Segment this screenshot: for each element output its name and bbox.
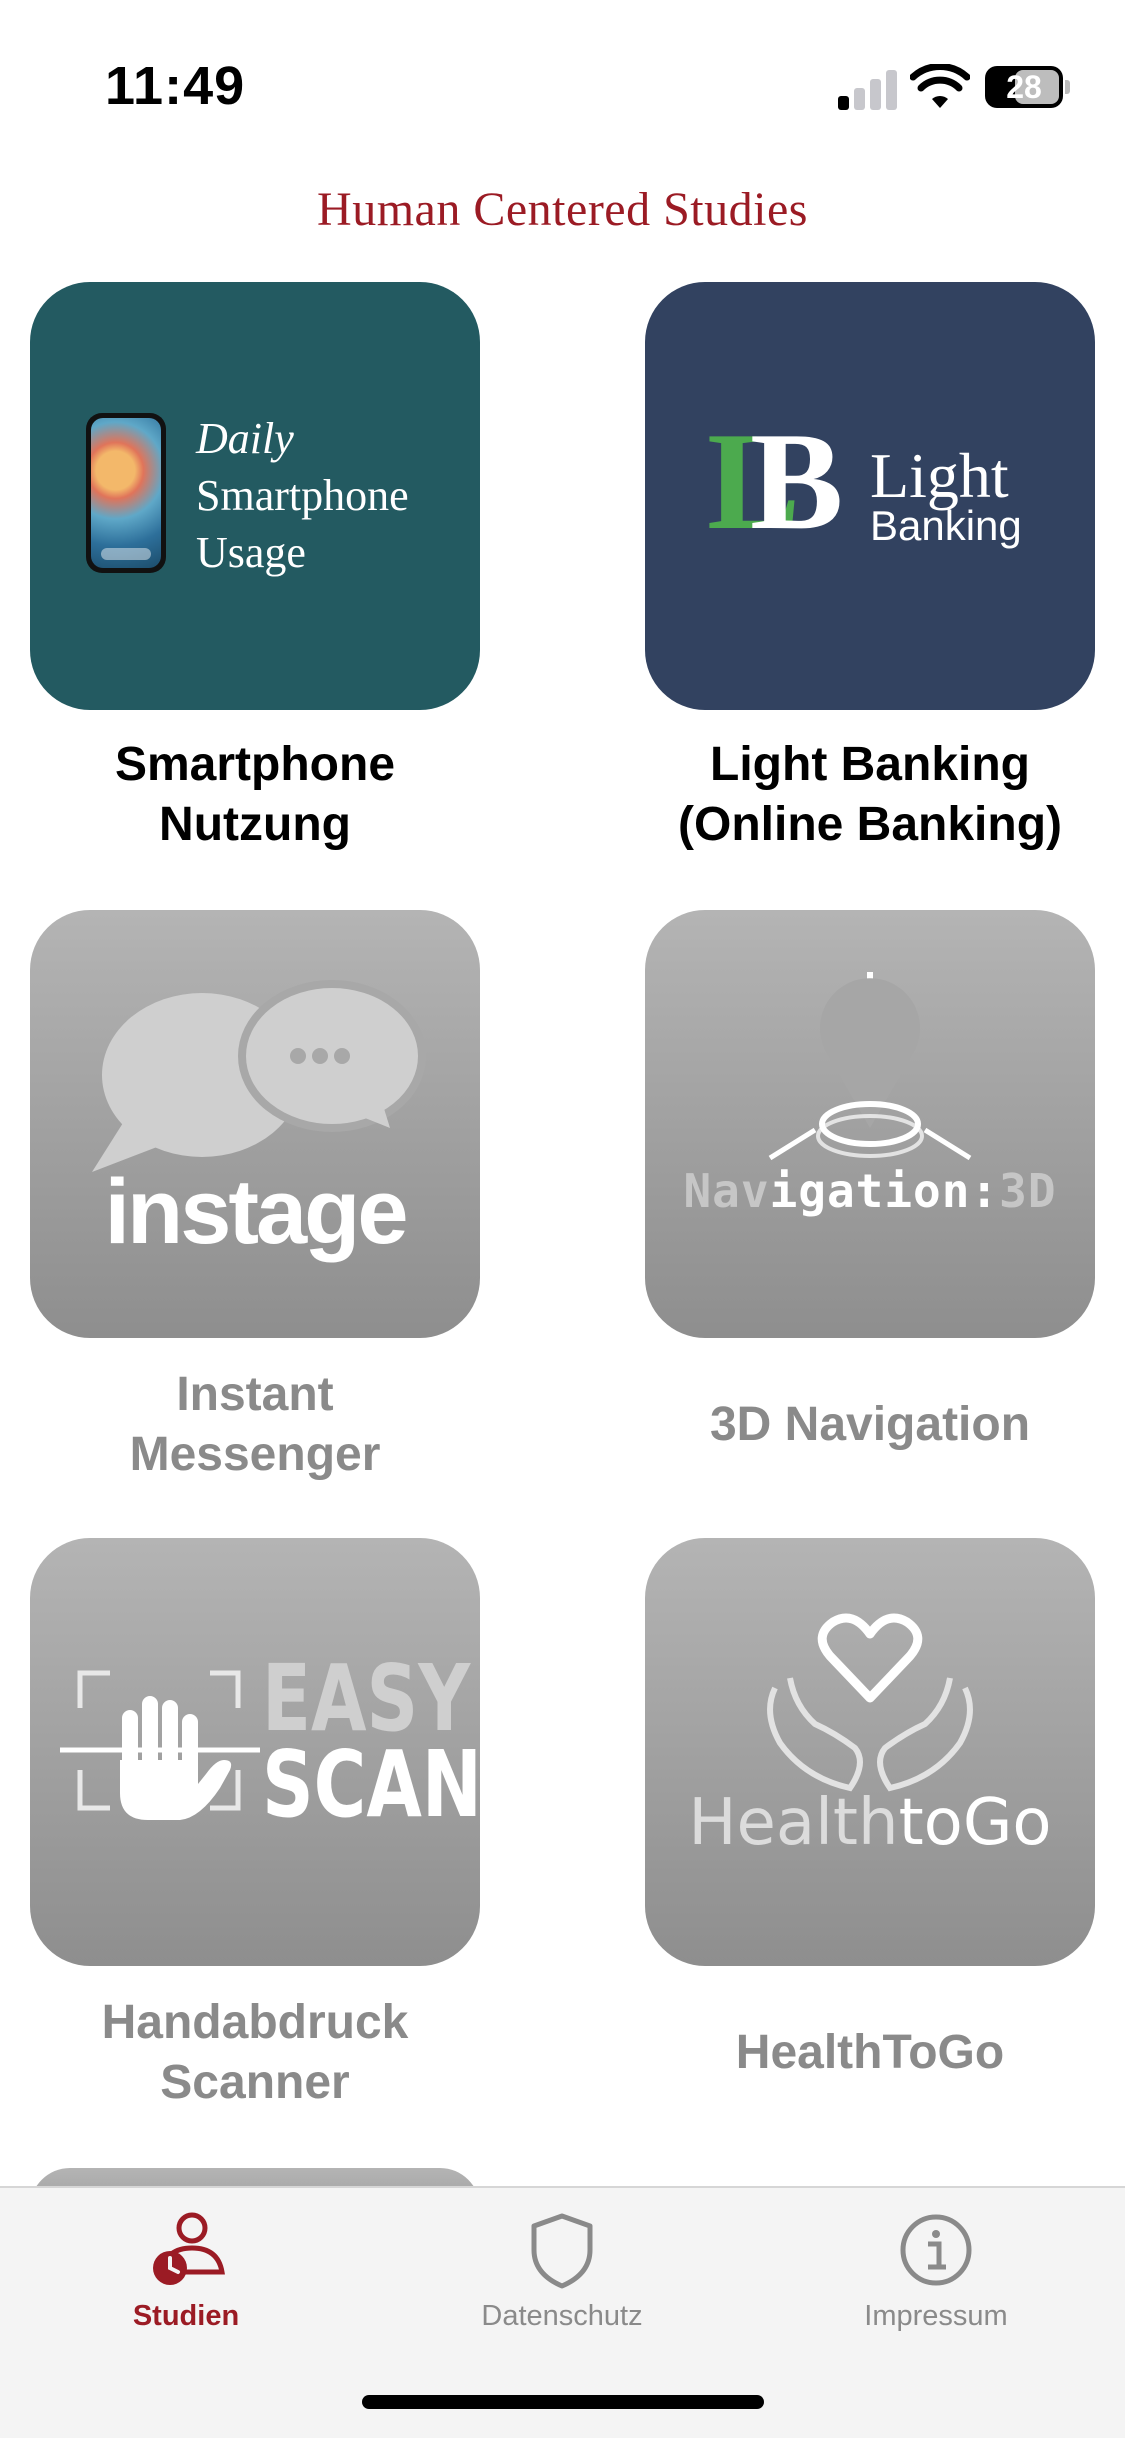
- lb-logo-b: B: [750, 404, 844, 559]
- label-line: Instant: [176, 1368, 334, 1421]
- study-tile-instant-messenger[interactable]: instage: [30, 910, 480, 1338]
- label-line: Messenger: [129, 1428, 381, 1481]
- shield-icon: [531, 2213, 593, 2289]
- label-line: (Online Banking): [678, 798, 1062, 851]
- study-tile-smartphone[interactable]: Daily Smartphone Usage: [30, 282, 480, 710]
- label-line: HealthToGo: [735, 2026, 1005, 2079]
- tab-label: Datenschutz: [481, 2300, 643, 2332]
- battery-icon: 28: [985, 66, 1070, 110]
- logo-part: igation:: [769, 1164, 1000, 1218]
- person-clock-icon: [153, 2212, 225, 2285]
- study-tile-3d-navigation[interactable]: Navigation:3D: [645, 910, 1095, 1338]
- chat-bubbles-icon: [92, 980, 426, 1172]
- study-label-light-banking[interactable]: Light Banking (Online Banking): [620, 735, 1120, 855]
- tab-label: Studien: [132, 2300, 240, 2332]
- logo-line: Smartphone: [196, 471, 409, 520]
- study-label-smartphone[interactable]: Smartphone Nutzung: [5, 735, 505, 855]
- label-line: Smartphone: [114, 738, 396, 791]
- study-label-3d-navigation[interactable]: 3D Navigation: [620, 1395, 1120, 1455]
- instage-logo: instage: [104, 1161, 408, 1263]
- page-title: Human Centered Studies: [317, 183, 808, 236]
- logo-part: Nav: [683, 1164, 770, 1218]
- lb-logo-light: Light: [870, 440, 1009, 511]
- lb-logo-banking: Banking: [870, 502, 1022, 549]
- status-bar: 11:49 28: [0, 0, 1125, 170]
- logo-part: 3D: [999, 1164, 1057, 1218]
- navigation-3d-logo: Navigation:3D: [645, 1164, 1095, 1218]
- study-tile-light-banking[interactable]: L B Light Banking: [645, 282, 1095, 710]
- logo-line: Daily: [196, 414, 294, 463]
- study-label-healthtogo[interactable]: HealthToGo: [620, 2023, 1120, 2083]
- logo-line: SCAN: [262, 1731, 480, 1838]
- study-tile-healthtogo[interactable]: HealthtoGo: [645, 1538, 1095, 1966]
- tab-studien[interactable]: Studien: [36, 2210, 336, 2340]
- tab-impressum[interactable]: Impressum: [786, 2210, 1086, 2340]
- info-icon: [900, 2214, 972, 2286]
- label-line: Nutzung: [159, 798, 351, 851]
- battery-level: 28: [1006, 69, 1042, 105]
- label-line: Scanner: [160, 2056, 350, 2109]
- logo-line: Usage: [196, 528, 306, 577]
- navigation-pin-icon: [768, 972, 972, 1161]
- tab-datenschutz[interactable]: Datenschutz: [412, 2210, 712, 2340]
- study-label-instant-messenger[interactable]: Instant Messenger: [5, 1365, 505, 1485]
- label-line: Light Banking: [710, 738, 1030, 791]
- label-line: 3D Navigation: [709, 1398, 1031, 1451]
- cellular-signal-icon: [838, 68, 898, 110]
- label-line: Handabdruck: [101, 1996, 409, 2049]
- wifi-icon: [910, 64, 970, 108]
- daily-smartphone-logo: Daily Smartphone Usage: [196, 410, 409, 581]
- healthtogo-logo: HealthtoGo: [645, 1786, 1095, 1860]
- status-time: 11:49: [105, 56, 246, 116]
- tab-label: Impressum: [864, 2300, 1008, 2332]
- logo-part: toGo: [898, 1786, 1052, 1860]
- study-tile-handprint-scanner[interactable]: EASY SCAN: [30, 1538, 480, 1966]
- study-label-handprint-scanner[interactable]: Handabdruck Scanner: [5, 1993, 505, 2113]
- logo-part: Health: [688, 1786, 899, 1860]
- home-indicator[interactable]: [362, 2395, 764, 2409]
- easy-scan-logo: EASY SCAN: [262, 1645, 480, 1838]
- logo-line: EASY: [262, 1645, 471, 1752]
- heart-hands-icon: [767, 1613, 973, 1792]
- smartphone-icon: [86, 413, 166, 573]
